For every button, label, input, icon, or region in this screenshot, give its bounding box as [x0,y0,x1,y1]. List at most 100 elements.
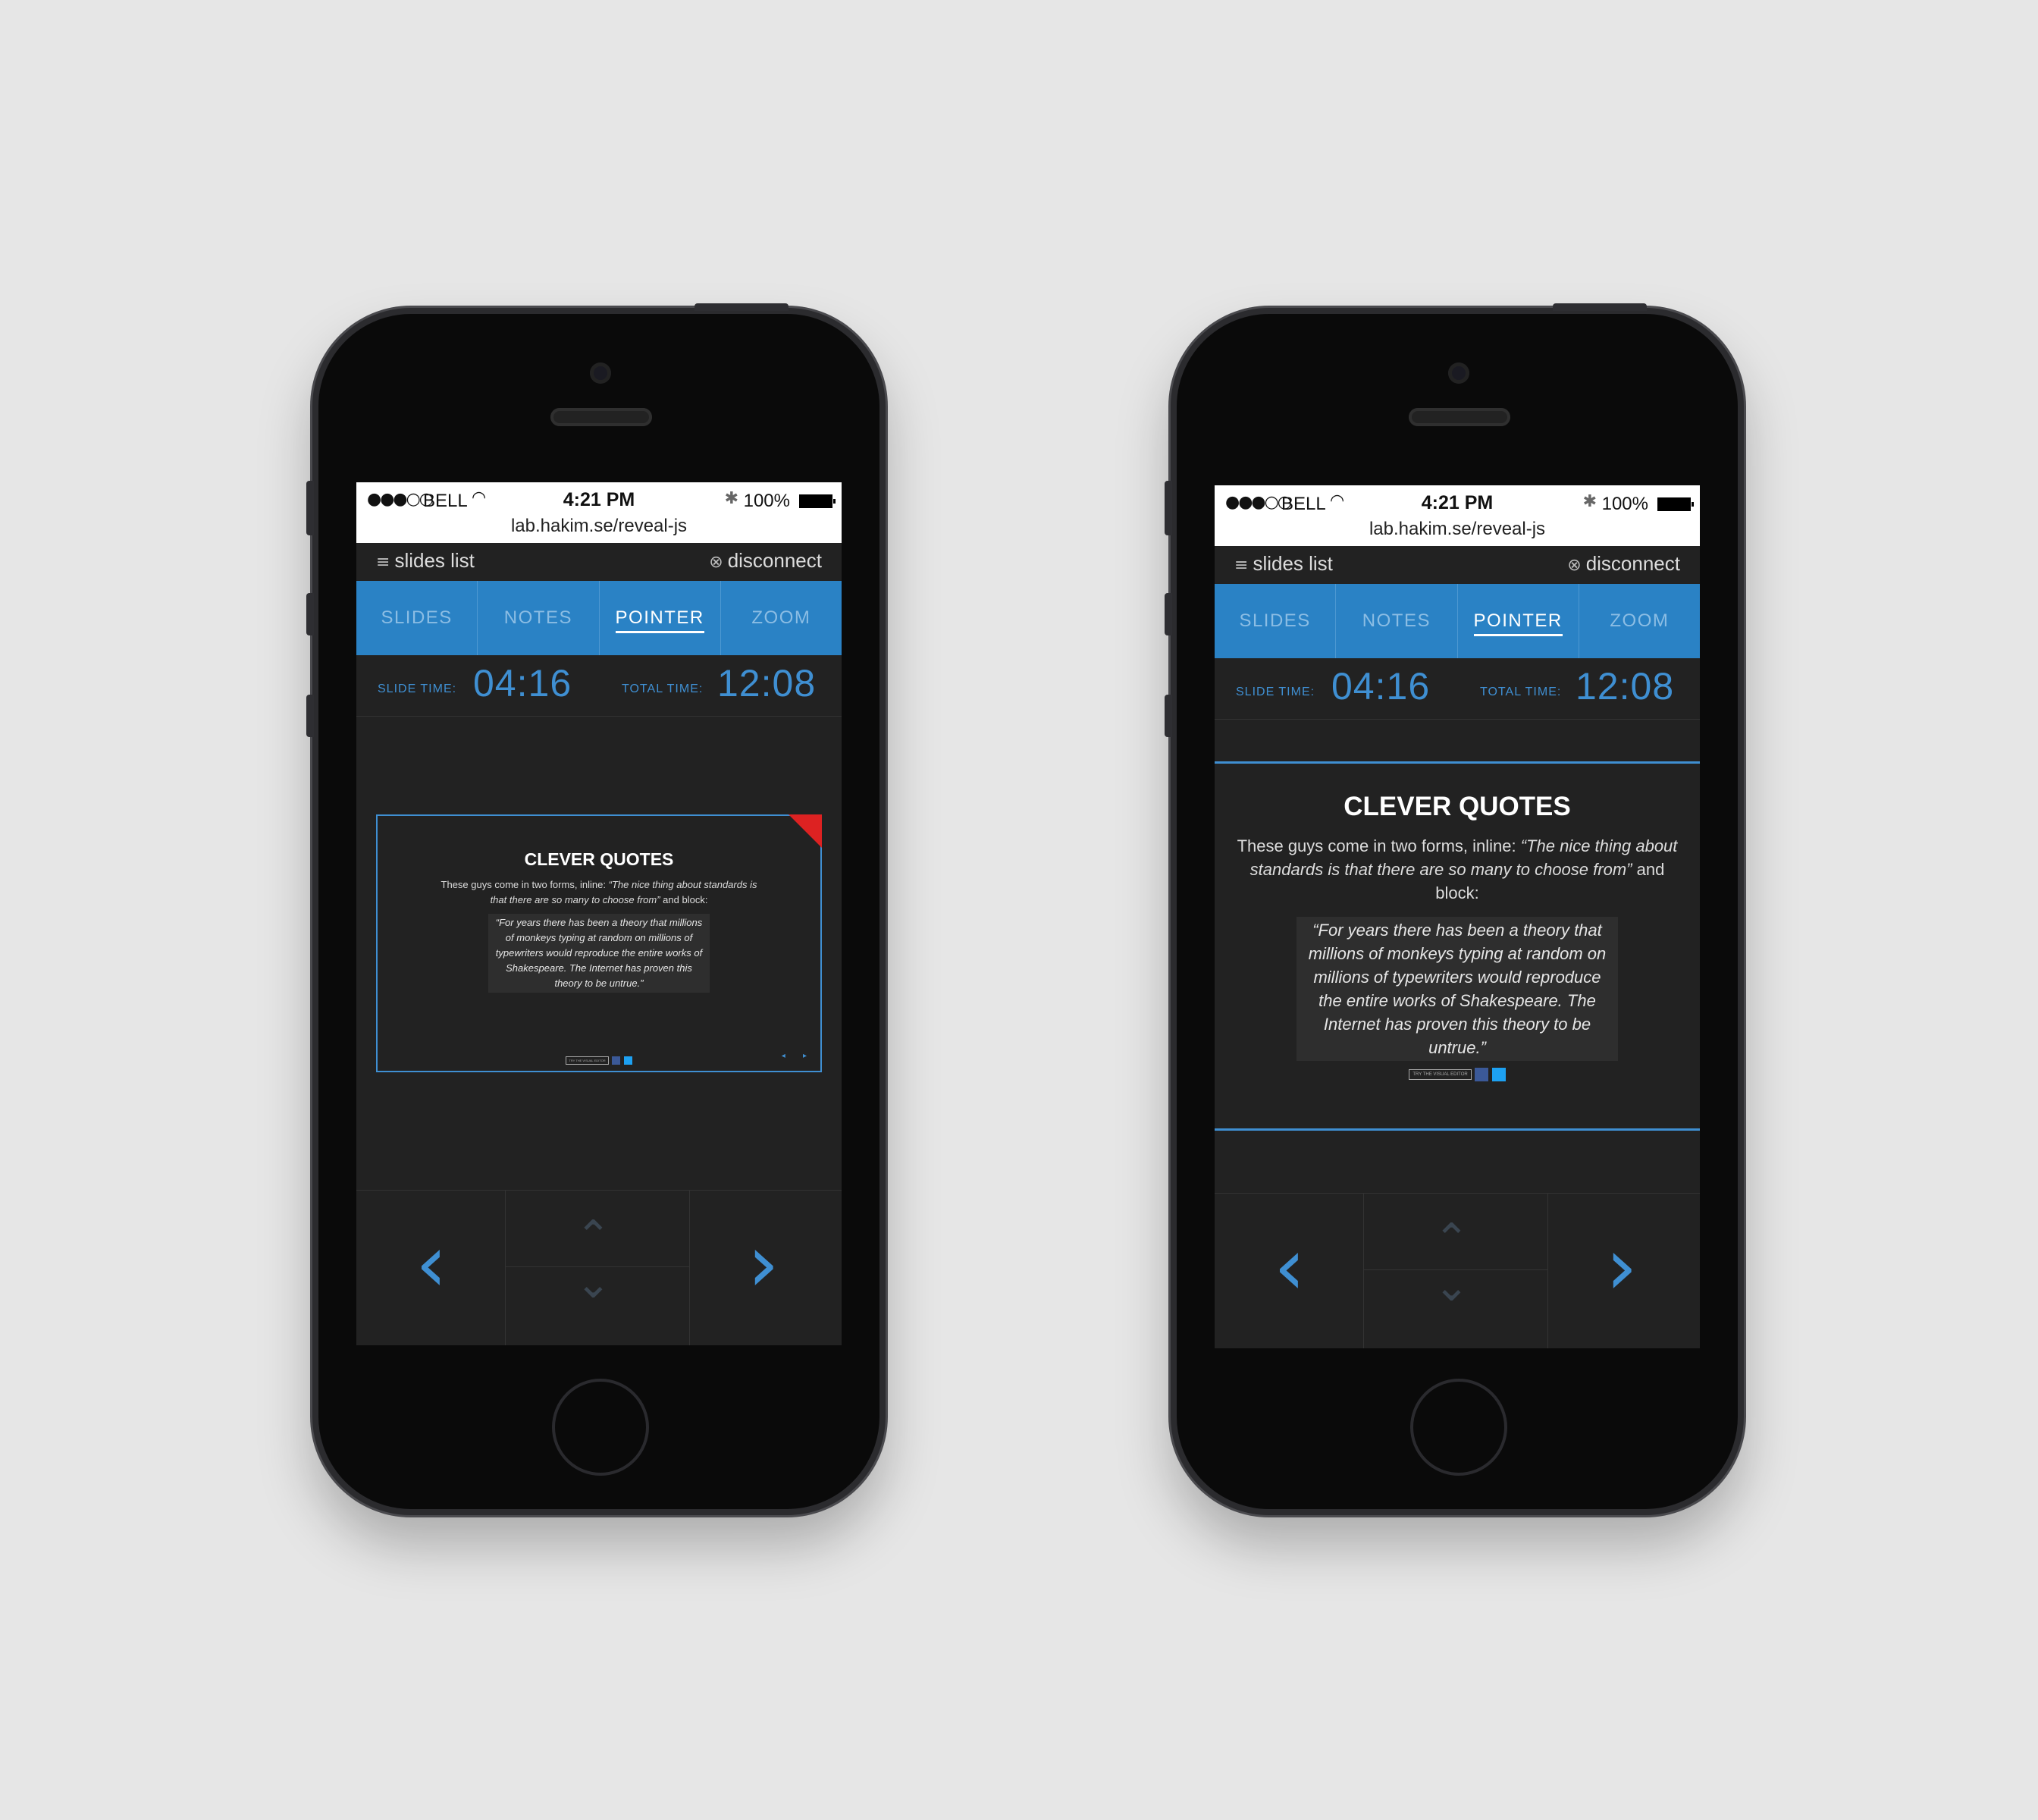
chevron-right-icon: › [748,1217,779,1310]
bluetooth-icon: ✱ [724,489,738,508]
visual-editor-button[interactable]: TRY THE VISUAL EDITOR [1409,1069,1472,1080]
battery-percent: 100% [1601,494,1648,514]
slide-area[interactable]: CLEVER QUOTES These guys come in two for… [356,717,842,1188]
vertical-nav: ⌃ ⌄ [1364,1194,1547,1348]
address-bar[interactable]: lab.hakim.se/reveal-js [1215,519,1700,540]
tab-notes[interactable]: NOTES [1335,584,1456,658]
chevron-left-icon: ‹ [415,1217,447,1310]
slide-preview[interactable]: CLEVER QUOTES These guys come in two for… [376,814,822,1072]
front-camera [590,362,611,384]
slides-list-label: slides list [1253,552,1333,575]
navigation-controls: ‹ ⌃ ⌄ › [356,1190,842,1345]
chevron-down-icon[interactable]: ⌄ [1434,1262,1469,1311]
status-bar: ●●●○○ BELL ◠ 4:21 PM ✱ 100% lab.hakim.se… [1215,485,1700,546]
chevron-down-icon[interactable]: ⌄ [575,1259,611,1308]
chevron-left-icon: ‹ [1274,1220,1306,1313]
tab-slides[interactable]: SLIDES [356,581,477,655]
status-bar: ●●●○○ BELL ◠ 4:21 PM ✱ 100% lab.hakim.se… [356,482,842,543]
phone-screen: ●●●○○ BELL ◠ 4:21 PM ✱ 100% lab.hakim.se… [356,482,842,1345]
phone-screen: ●●●○○ BELL ◠ 4:21 PM ✱ 100% lab.hakim.se… [1215,485,1700,1348]
tab-pointer-label: POINTER [615,607,704,633]
tab-slides-label: SLIDES [381,607,453,628]
chevron-up-icon[interactable]: ⌃ [1434,1215,1469,1264]
visual-editor-button[interactable]: TRY THE VISUAL EDITOR [566,1056,609,1065]
mode-tabs: SLIDES NOTES POINTER ZOOM [1215,584,1700,658]
disconnect-button[interactable]: ⊗ disconnect [1567,552,1680,576]
twitter-icon[interactable] [623,1056,632,1065]
slide-body-prefix: These guys come in two forms, inline: [441,879,609,890]
close-circle-icon: ⊗ [709,553,723,572]
volume-up-button [306,593,314,635]
top-bar: ≡ slides list ⊗ disconnect [1215,546,1700,584]
timers-bar: SLIDE TIME: 04:16 TOTAL TIME: 12:08 [1215,658,1700,720]
close-circle-icon: ⊗ [1567,556,1582,575]
slide-top-border [1215,761,1700,764]
block-quote: “For years there has been a theory that … [488,914,710,993]
slide-time-label: SLIDE TIME: [1236,686,1315,698]
slide-bottom-border [1215,1128,1700,1131]
tab-notes-label: NOTES [503,607,572,628]
slide-body: These guys come in two forms, inline: “T… [1230,834,1685,905]
mute-switch [306,481,314,535]
mute-switch [1165,481,1172,535]
home-button[interactable] [552,1379,649,1476]
total-time-value: 12:08 [717,662,817,704]
slides-list-label: slides list [394,549,475,572]
facebook-icon[interactable] [612,1056,621,1065]
chevron-up-icon[interactable]: ⌃ [575,1212,611,1261]
next-button[interactable]: › [689,1191,842,1345]
chevron-right-icon: › [1606,1220,1638,1313]
tab-slides-label: SLIDES [1239,610,1311,631]
slide-title: CLEVER QUOTES [1344,792,1571,821]
facebook-icon[interactable] [1475,1068,1489,1081]
address-bar[interactable]: lab.hakim.se/reveal-js [356,516,842,537]
total-time-value: 12:08 [1576,665,1675,708]
earpiece-speaker [550,408,652,426]
slide-time-value: 04:16 [1331,665,1431,708]
battery-percent: 100% [743,491,790,511]
slides-list-button[interactable]: ≡ slides list [376,549,475,573]
corner-ribbon [789,814,822,848]
volume-down-button [306,695,314,737]
volume-down-button [1165,695,1172,737]
slide-body-suffix: and block: [660,894,708,905]
total-time-label: TOTAL TIME: [1480,686,1562,698]
tab-zoom[interactable]: ZOOM [720,581,842,655]
slide-footer: TRY THE VISUAL EDITOR [1215,1068,1700,1081]
tab-pointer[interactable]: POINTER [598,581,720,655]
next-button[interactable]: › [1547,1194,1700,1348]
slides-list-button[interactable]: ≡ slides list [1234,552,1333,576]
tab-pointer[interactable]: POINTER [1456,584,1579,658]
total-time-label: TOTAL TIME: [622,682,704,695]
tab-pointer-label: POINTER [1473,610,1563,636]
block-quote: “For years there has been a theory that … [1296,917,1618,1061]
battery-icon [1657,497,1694,511]
disconnect-button[interactable]: ⊗ disconnect [709,549,822,573]
slide-time-value: 04:16 [473,662,572,704]
tab-slides[interactable]: SLIDES [1215,584,1335,658]
slide-body: These guys come in two forms, inline: “T… [440,877,758,908]
tab-zoom-label: ZOOM [1610,610,1670,631]
tab-notes[interactable]: NOTES [477,581,598,655]
home-button[interactable] [1410,1379,1507,1476]
navigation-controls: ‹ ⌃ ⌄ › [1215,1193,1700,1348]
battery-icon [799,494,836,508]
volume-up-button [1165,593,1172,635]
slide-body-prefix: These guys come in two forms, inline: [1237,836,1521,855]
phone-right: ●●●○○ BELL ◠ 4:21 PM ✱ 100% lab.hakim.se… [1165,303,1744,1515]
prev-button[interactable]: ‹ [1215,1194,1364,1348]
twitter-icon[interactable] [1491,1068,1506,1081]
list-icon: ≡ [376,553,390,572]
disconnect-label: disconnect [727,549,822,572]
timers-bar: SLIDE TIME: 04:16 TOTAL TIME: 12:08 [356,655,842,717]
top-bar: ≡ slides list ⊗ disconnect [356,543,842,581]
list-icon: ≡ [1234,556,1249,575]
tab-zoom-label: ZOOM [751,607,811,628]
slide-area-zoomed[interactable]: CLEVER QUOTES These guys come in two for… [1215,720,1700,1191]
tab-zoom[interactable]: ZOOM [1578,584,1700,658]
prev-button[interactable]: ‹ [356,1191,506,1345]
disconnect-label: disconnect [1585,552,1680,575]
mode-tabs: SLIDES NOTES POINTER ZOOM [356,581,842,655]
slide-time-label: SLIDE TIME: [378,682,457,695]
slide-footer: TRY THE VISUAL EDITOR [378,1054,820,1068]
